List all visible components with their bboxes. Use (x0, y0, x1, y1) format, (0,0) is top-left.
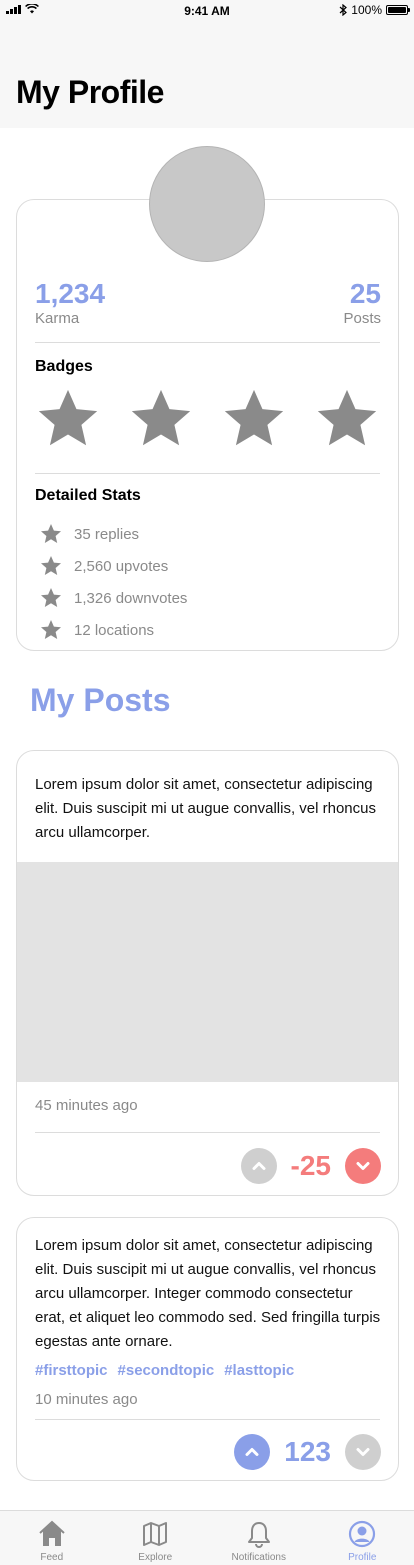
stat-item: 12 locations (39, 614, 187, 646)
post-image[interactable] (17, 862, 398, 1082)
vote-row: 123 (234, 1434, 381, 1470)
stat-text: 12 locations (74, 621, 155, 639)
chevron-down-icon (356, 1162, 370, 1170)
stat-item: 1,326 downvotes (39, 582, 187, 614)
posts-label: Posts (343, 310, 381, 327)
header: My Profile (0, 22, 414, 128)
vote-row: -25 (240, 1148, 381, 1184)
status-bar: 9:41 AM 100% (0, 0, 414, 22)
badge-star-icon[interactable] (219, 384, 289, 454)
page-title: My Profile (16, 74, 164, 110)
post-text: Lorem ipsum dolor sit amet, consectetur … (35, 1237, 381, 1350)
tab-notifications[interactable]: Notifications (207, 1511, 311, 1565)
bell-icon (247, 1522, 270, 1548)
tag-link[interactable]: #lasttopic (224, 1362, 294, 1379)
downvote-button[interactable] (345, 1148, 381, 1184)
bluetooth-icon (339, 4, 348, 16)
stat-item: 35 replies (39, 518, 187, 550)
divider (35, 473, 380, 474)
post-card[interactable]: Lorem ipsum dolor sit amet, consectetur … (16, 1217, 399, 1481)
posts-stat: 25 Posts (343, 278, 381, 328)
posts-value: 25 (349, 278, 381, 309)
home-icon (39, 1520, 65, 1546)
stat-text: 35 replies (74, 525, 140, 543)
vote-count: 123 (284, 1436, 331, 1467)
tag-link[interactable]: #secondtopic (118, 1362, 215, 1379)
karma-stat: 1,234 Karma (35, 278, 105, 328)
vote-count: -25 (290, 1150, 331, 1181)
tag-link[interactable]: #firsttopic (35, 1362, 108, 1379)
post-time: 10 minutes ago (35, 1391, 138, 1408)
profile-card: 1,234 Karma 25 Posts Badges Detailed Sta… (16, 199, 399, 651)
badge-star-icon[interactable] (312, 384, 382, 454)
avatar[interactable] (149, 146, 265, 262)
tab-label: Profile (348, 1552, 377, 1563)
map-icon (143, 1522, 168, 1546)
divider (35, 342, 380, 343)
upvote-button[interactable] (234, 1434, 271, 1470)
profile-icon (349, 1520, 376, 1548)
chevron-down-icon (356, 1448, 370, 1456)
battery-icon (386, 5, 410, 15)
chevron-up-icon (245, 1448, 259, 1456)
badges-row (33, 384, 382, 454)
post-time: 45 minutes ago (35, 1097, 138, 1114)
tab-bar: Feed Explore Notifications Profile (0, 1510, 414, 1565)
tab-label: Notifications (231, 1552, 286, 1563)
post-card[interactable]: Lorem ipsum dolor sit amet, consectetur … (16, 750, 399, 1196)
badge-star-icon[interactable] (33, 384, 103, 454)
star-icon (41, 620, 61, 639)
post-tags: #firsttopic #secondtopic #lasttopic (35, 1362, 294, 1379)
detailed-stats-list: 35 replies 2,560 upvotes 1,326 downvotes 12… (39, 518, 187, 646)
post-text: Lorem ipsum dolor sit amet, consectetur … (35, 776, 376, 841)
tab-explore[interactable]: Explore (104, 1511, 208, 1565)
stat-item: 2,560 upvotes (39, 550, 187, 582)
tab-profile[interactable]: Profile (311, 1511, 414, 1565)
star-icon (41, 588, 61, 607)
star-icon (41, 556, 61, 575)
karma-label: Karma (35, 310, 80, 327)
my-posts-title: My Posts (30, 682, 171, 718)
status-right: 100% (339, 3, 410, 17)
divider (35, 1419, 380, 1420)
star-icon (41, 524, 61, 543)
chevron-up-icon (252, 1162, 266, 1170)
badges-title: Badges (35, 358, 93, 375)
upvote-button[interactable] (240, 1148, 277, 1184)
detailed-stats-title: Detailed Stats (35, 487, 141, 504)
tab-label: Feed (40, 1552, 64, 1563)
tab-label: Explore (138, 1552, 173, 1563)
downvote-button[interactable] (345, 1434, 381, 1470)
badge-star-icon[interactable] (126, 384, 196, 454)
stat-text: 1,326 downvotes (74, 589, 188, 607)
divider (35, 1132, 380, 1133)
stat-text: 2,560 upvotes (74, 557, 169, 575)
tab-feed[interactable]: Feed (0, 1511, 104, 1565)
battery-percent: 100% (351, 3, 382, 17)
karma-value: 1,234 (35, 278, 106, 309)
